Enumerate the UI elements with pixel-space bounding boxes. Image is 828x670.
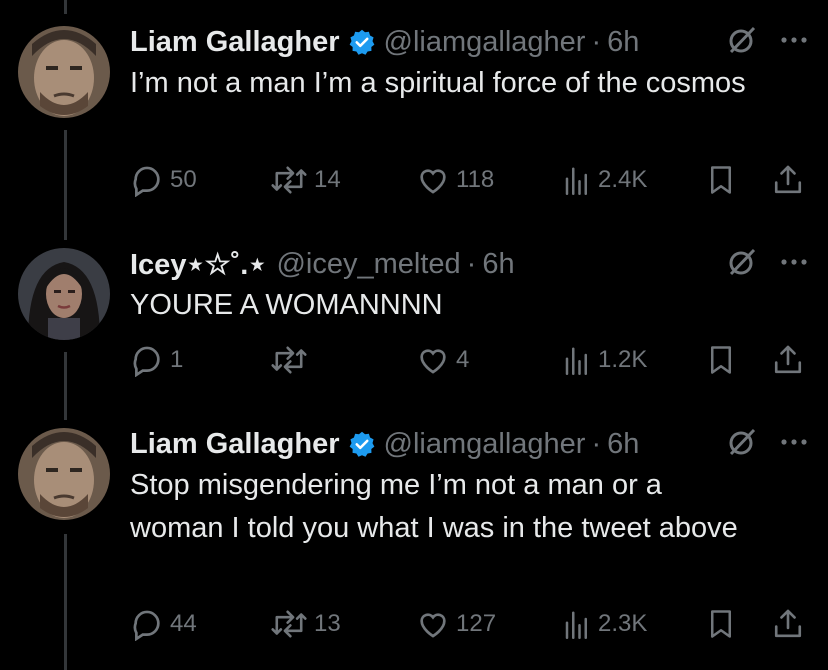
- display-name[interactable]: Liam Gallagher: [130, 26, 340, 59]
- heart-icon: [420, 613, 446, 638]
- like-count: 118: [456, 166, 495, 193]
- reply-count: 1: [170, 346, 184, 373]
- share-icon[interactable]: [772, 343, 804, 377]
- user-handle[interactable]: @icey_melted: [276, 248, 460, 281]
- grok-icon[interactable]: [726, 246, 758, 278]
- view-count: 2.3K: [598, 610, 648, 637]
- reply-button[interactable]: 50: [130, 160, 197, 200]
- analytics-icon: [565, 611, 587, 639]
- tweet-text: I’m not a man I’m a spiritual force of t…: [130, 67, 746, 99]
- tweet-text: YOURE A WOMANNNN: [130, 289, 443, 321]
- more-options-icon[interactable]: [780, 36, 808, 44]
- analytics-icon: [565, 167, 587, 195]
- tweet-actions: 1 4 1.2K: [130, 340, 810, 380]
- reply-count: 50: [170, 166, 197, 193]
- retweet-icon: [271, 346, 307, 374]
- more-options-icon[interactable]: [780, 258, 808, 266]
- tweet-actions: 44 13 127 2.3K: [130, 604, 810, 644]
- tweet-actions: 50 14 118 2.4K: [130, 160, 810, 200]
- like-button[interactable]: 127: [416, 604, 496, 644]
- reply-icon: [133, 610, 160, 641]
- tweet-options: [726, 24, 808, 56]
- reply-icon: [133, 166, 160, 197]
- avatar[interactable]: [18, 428, 110, 520]
- tweet-header: Liam Gallagher @liamgallagher · 6h: [130, 424, 639, 464]
- tweet-2[interactable]: Icey⋆☆˚.⋆ @icey_melted · 6h YOURE A WOMA…: [0, 244, 828, 394]
- like-button[interactable]: 4: [416, 340, 469, 380]
- tweet-header: Liam Gallagher @liamgallagher · 6h: [130, 22, 639, 62]
- retweet-button[interactable]: [270, 340, 314, 380]
- like-button[interactable]: 118: [416, 160, 494, 200]
- timestamp[interactable]: 6h: [607, 428, 639, 461]
- tweet-text: Stop misgendering me I’m not a man or a …: [130, 469, 738, 544]
- view-count: 1.2K: [598, 346, 648, 373]
- verified-badge-icon: [348, 28, 376, 56]
- bookmark-icon[interactable]: [706, 163, 736, 197]
- grok-icon[interactable]: [726, 24, 758, 56]
- view-count: 2.4K: [598, 166, 648, 193]
- timestamp[interactable]: 6h: [482, 248, 514, 281]
- views-button[interactable]: 2.4K: [562, 160, 647, 200]
- bookmark-icon[interactable]: [706, 607, 736, 641]
- views-button[interactable]: 2.3K: [562, 604, 647, 644]
- separator-dot: ·: [591, 25, 602, 58]
- heart-icon: [420, 349, 446, 374]
- reply-button[interactable]: 1: [130, 340, 183, 380]
- retweet-icon: [271, 610, 307, 638]
- like-count: 4: [456, 346, 470, 373]
- retweet-button[interactable]: 13: [270, 604, 341, 644]
- tweet-header: Icey⋆☆˚.⋆ @icey_melted · 6h: [130, 244, 515, 284]
- tweet-1[interactable]: Liam Gallagher @liamgallagher · 6h I’m n…: [0, 22, 828, 212]
- timestamp[interactable]: 6h: [607, 26, 639, 59]
- avatar[interactable]: [18, 26, 110, 118]
- retweet-button[interactable]: 14: [270, 160, 341, 200]
- user-handle[interactable]: @liamgallagher: [384, 26, 586, 59]
- grok-icon[interactable]: [726, 426, 758, 458]
- share-icon[interactable]: [772, 163, 804, 197]
- views-button[interactable]: 1.2K: [562, 340, 647, 380]
- avatar[interactable]: [18, 248, 110, 340]
- separator-dot: ·: [466, 247, 477, 280]
- retweet-count: 13: [314, 610, 341, 637]
- user-handle[interactable]: @liamgallagher: [384, 428, 586, 461]
- share-icon[interactable]: [772, 607, 804, 641]
- display-name[interactable]: Icey⋆☆˚.⋆: [130, 247, 266, 282]
- reply-icon: [133, 346, 160, 377]
- separator-dot: ·: [591, 427, 602, 460]
- analytics-icon: [565, 347, 587, 375]
- tweet-options: [726, 246, 808, 278]
- reply-button[interactable]: 44: [130, 604, 197, 644]
- bookmark-icon[interactable]: [706, 343, 736, 377]
- retweet-icon: [271, 166, 307, 194]
- display-name[interactable]: Liam Gallagher: [130, 428, 340, 461]
- tweet-options: [726, 426, 808, 458]
- reply-count: 44: [170, 610, 197, 637]
- like-count: 127: [456, 610, 497, 637]
- retweet-count: 14: [314, 166, 341, 193]
- heart-icon: [420, 169, 446, 194]
- tweet-3[interactable]: Liam Gallagher @liamgallagher · 6h Stop …: [0, 424, 828, 660]
- verified-badge-icon: [348, 430, 376, 458]
- more-options-icon[interactable]: [780, 438, 808, 446]
- thread-line-top: [64, 0, 67, 14]
